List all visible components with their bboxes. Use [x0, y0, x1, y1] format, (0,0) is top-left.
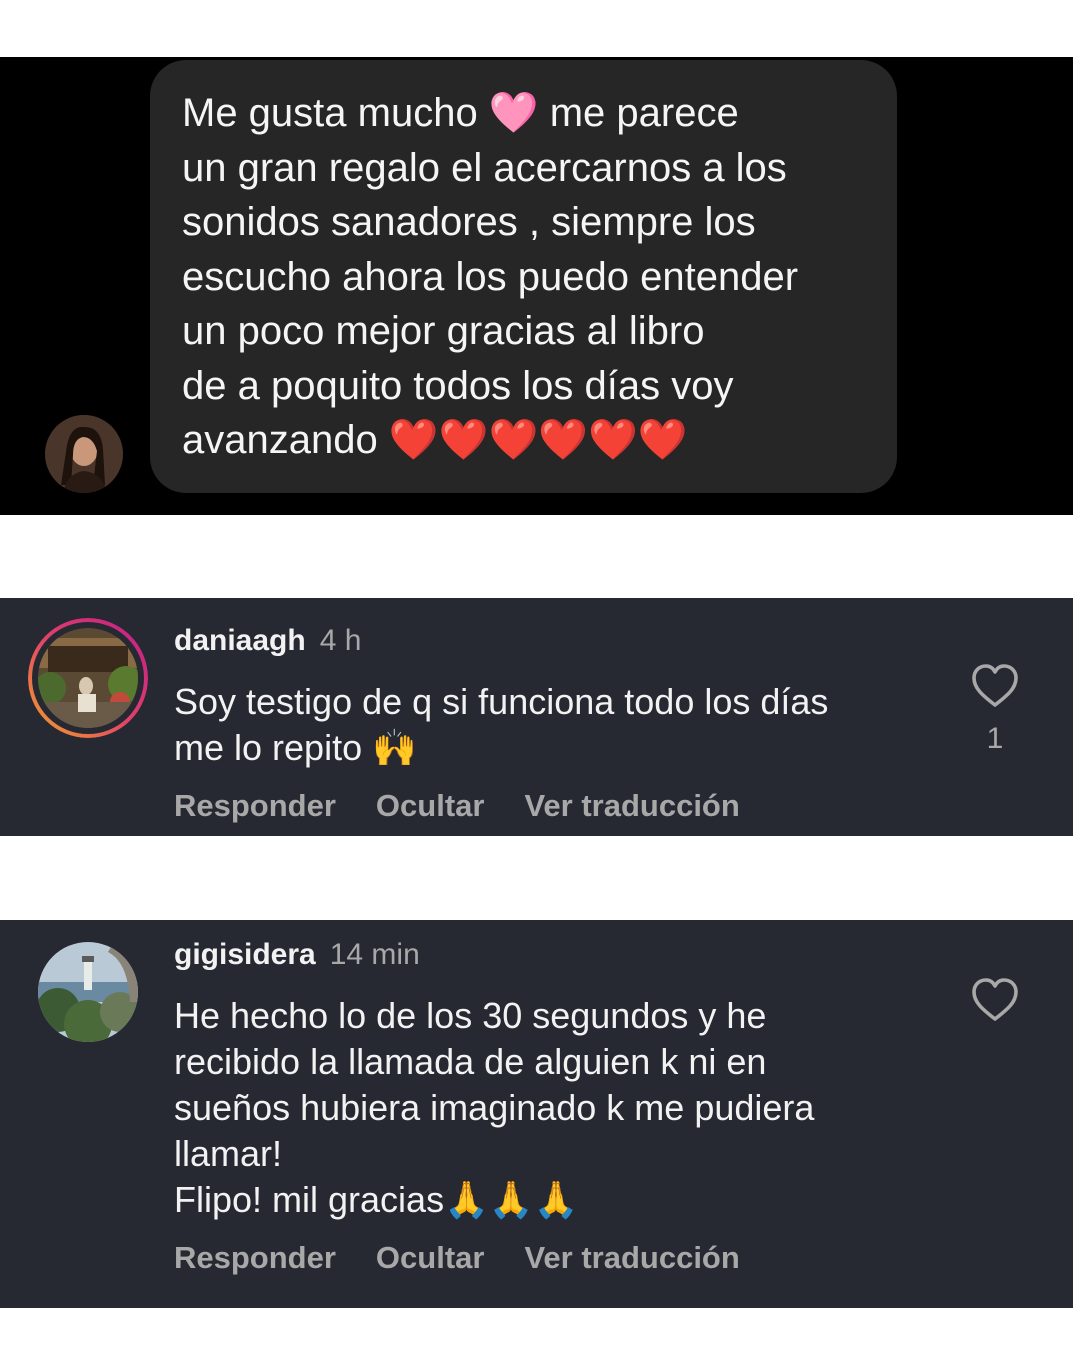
comment: daniaagh 4 h Soy testigo de q si funciona…	[0, 598, 1073, 836]
comment-line: He hecho lo de los 30 segundos y he	[174, 995, 767, 1036]
comment-text: He hecho lo de los 30 segundos y he reci…	[174, 993, 814, 1223]
username[interactable]: gigisidera	[174, 938, 316, 971]
comment-line: Flipo! mil gracias🙏🙏🙏	[174, 1179, 579, 1220]
message-line: un gran regalo el acercarnos a los	[182, 145, 787, 190]
sender-avatar[interactable]	[45, 415, 123, 493]
message-bubble: Me gusta mucho 🩷 me parece un gran regal…	[150, 60, 897, 493]
comment-text: Soy testigo de q si funciona todo los dí…	[174, 679, 828, 771]
message-line: un poco mejor gracias al libro	[182, 309, 705, 353]
comment: gigisidera 14 min He hecho lo de los 30 s…	[0, 920, 1073, 1308]
heart-outline-icon[interactable]	[970, 663, 1020, 709]
reply-button[interactable]: Responder	[174, 788, 336, 823]
comment-header: daniaagh 4 h	[174, 624, 361, 658]
comment-line: recibido la llamada de alguien k ni en	[174, 1041, 767, 1082]
reply-button[interactable]: Responder	[174, 1240, 336, 1275]
comment-line: sueños hubiera imaginado k me pudiera	[174, 1087, 815, 1128]
commenter-avatar[interactable]	[38, 942, 138, 1042]
see-translation-button[interactable]: Ver traducción	[524, 1240, 739, 1275]
comment-actions: Responder Ocultar Ver traducción	[174, 788, 780, 824]
timestamp: 4 h	[319, 624, 362, 657]
dm-screenshot: Me gusta mucho 🩷 me parece un gran regal…	[0, 57, 1073, 515]
comment-header: gigisidera 14 min	[174, 938, 420, 972]
comment-actions: Responder Ocultar Ver traducción	[174, 1240, 780, 1276]
username[interactable]: daniaagh	[174, 624, 306, 657]
comment-line: me lo repito 🙌	[174, 727, 417, 768]
message-line: Me gusta mucho 🩷 me parece	[182, 91, 739, 135]
hide-button[interactable]: Ocultar	[376, 1240, 485, 1275]
message-line: sonidos sanadores , siempre los	[182, 200, 756, 244]
commenter-avatar[interactable]	[28, 618, 148, 738]
heart-outline-icon[interactable]	[970, 977, 1020, 1023]
message-line: de a poquito todos los días voy	[182, 363, 734, 408]
comment-line: Soy testigo de q si funciona todo los dí…	[174, 681, 829, 722]
message-line: avanzando ❤️❤️❤️❤️❤️❤️	[182, 418, 688, 462]
hide-button[interactable]: Ocultar	[376, 788, 485, 823]
timestamp: 14 min	[329, 938, 420, 971]
like-count: 1	[986, 722, 1004, 755]
comment-line: llamar!	[174, 1133, 283, 1174]
message-line: escucho ahora los puedo entender	[182, 254, 799, 299]
see-translation-button[interactable]: Ver traducción	[524, 788, 739, 823]
